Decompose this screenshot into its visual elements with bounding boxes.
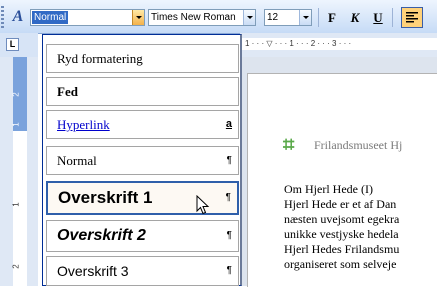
vruler-tick: 1 [11, 122, 21, 127]
align-left-button[interactable] [401, 7, 423, 28]
style-item-label: Overskrift 3 [57, 263, 129, 279]
italic-button[interactable]: K [345, 8, 365, 27]
vertical-ruler-strip [13, 131, 27, 286]
museum-logo-icon: ⌗ [283, 134, 295, 156]
bold-button[interactable]: F [322, 8, 342, 27]
document-heading: Frilandsmuseet Hj [314, 138, 403, 152]
style-item-heading-2[interactable]: Overskrift 2 ¶ [46, 220, 239, 252]
character-style-icon: a [225, 118, 232, 130]
style-item-heading-1[interactable]: Overskrift 1 ¶ [46, 181, 239, 215]
align-left-icon [406, 12, 418, 23]
underline-button[interactable]: U [368, 8, 388, 27]
style-item-hyperlink[interactable]: Hyperlink a [46, 110, 239, 139]
font-size-dropdown-button[interactable] [299, 10, 311, 25]
style-item-label: Overskrift 2 [57, 227, 146, 244]
vruler-tick: 2 [11, 264, 21, 269]
document-line: næsten uvejsomt egekra [284, 212, 400, 226]
style-item-bold[interactable]: Fed [46, 77, 239, 106]
style-combo-value: Normal [32, 11, 69, 24]
vruler-tick: 2 [11, 92, 21, 97]
document-line: Hjerl Hede er et af Dan [284, 197, 397, 211]
style-item-label: Overskrift 1 [58, 188, 153, 207]
font-combo-value: Times New Roman [151, 12, 236, 23]
toolbar-separator [318, 8, 319, 27]
toolbar-separator [392, 8, 393, 27]
paragraph-mark-icon: ¶ [226, 230, 232, 241]
toolbar-grip[interactable] [1, 6, 4, 28]
document-line: unikke vestjyske hedela [284, 227, 399, 241]
style-item-label: Normal [57, 153, 97, 168]
styles-pane-icon[interactable]: A [8, 7, 28, 27]
formatting-toolbar: A Normal Times New Roman 12 F K U [0, 0, 437, 34]
style-combo[interactable]: Normal [30, 9, 145, 26]
paragraph-mark-icon: ¶ [226, 265, 232, 276]
font-combo[interactable]: Times New Roman [148, 9, 256, 26]
paragraph-mark-icon: ¶ [226, 155, 232, 166]
style-item-heading-3[interactable]: Overskrift 3 ¶ [46, 256, 239, 286]
style-dropdown-button[interactable] [132, 10, 144, 25]
document-line: organiseret som selveje [284, 257, 397, 271]
style-item-label: Ryd formatering [57, 51, 143, 66]
style-item-label: Hyperlink [57, 117, 110, 132]
document-line: Hjerl Hedes Frilandsmu [284, 242, 400, 256]
tab-selector-button[interactable]: L [6, 38, 19, 51]
style-dropdown-menu: Ryd formatering Fed Hyperlink a Normal ¶… [42, 34, 242, 286]
style-item-clear-formatting[interactable]: Ryd formatering [46, 44, 239, 73]
font-size-value: 12 [267, 12, 279, 23]
font-dropdown-button[interactable] [243, 10, 255, 25]
style-item-label: Fed [57, 84, 78, 99]
style-item-normal[interactable]: Normal ¶ [46, 146, 239, 175]
mouse-pointer-icon [196, 195, 210, 215]
font-size-combo[interactable]: 12 [264, 9, 312, 26]
paragraph-mark-icon: ¶ [225, 192, 231, 203]
horizontal-ruler-ticks: 1 · · · ▽ · · · 1 · · · 2 · · · 3 · · · [245, 39, 352, 48]
vruler-tick: 1 [11, 202, 21, 207]
document-line: Om Hjerl Hede (I) [284, 182, 373, 196]
